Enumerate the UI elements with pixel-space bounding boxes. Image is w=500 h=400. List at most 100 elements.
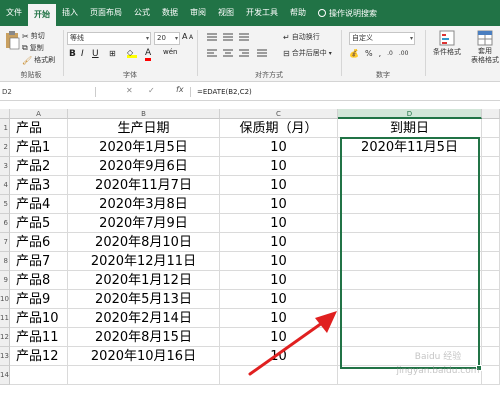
cancel-icon[interactable]: ✕: [126, 86, 133, 95]
cell-date[interactable]: 2020年7月9日: [68, 214, 220, 233]
cell-date[interactable]: 2020年5月13日: [68, 290, 220, 309]
cut-button[interactable]: ✂ 剪切: [22, 31, 45, 41]
cell-expiry[interactable]: [338, 252, 482, 271]
row-header[interactable]: 12: [0, 328, 10, 347]
italic-button[interactable]: I: [81, 49, 84, 59]
tab-5[interactable]: 数据: [156, 0, 184, 26]
row-header[interactable]: 8: [0, 252, 10, 271]
cell-date[interactable]: 2020年2月14日: [68, 309, 220, 328]
row-header[interactable]: 13: [0, 347, 10, 366]
cell-period[interactable]: 10: [220, 328, 338, 347]
empty-cell[interactable]: [482, 233, 500, 252]
cell-product[interactable]: 产品2: [10, 157, 68, 176]
cell-product[interactable]: 产品4: [10, 195, 68, 214]
cell-expiry[interactable]: [338, 214, 482, 233]
cell-period[interactable]: 10: [220, 347, 338, 366]
cell-product[interactable]: 产品11: [10, 328, 68, 347]
empty-cell[interactable]: [482, 138, 500, 157]
bold-button[interactable]: B: [69, 49, 76, 59]
shrink-font-button[interactable]: A: [189, 34, 193, 41]
empty-cell[interactable]: [220, 366, 338, 385]
empty-cell[interactable]: [482, 157, 500, 176]
row-header[interactable]: 2: [0, 138, 10, 157]
cell-date[interactable]: 2020年12月11日: [68, 252, 220, 271]
cell-date[interactable]: 2020年10月16日: [68, 347, 220, 366]
row-header[interactable]: 7: [0, 233, 10, 252]
empty-cell[interactable]: [68, 366, 220, 385]
cell-date[interactable]: 2020年3月8日: [68, 195, 220, 214]
cell-product[interactable]: 产品12: [10, 347, 68, 366]
empty-cell[interactable]: [482, 176, 500, 195]
phonetic-button[interactable]: wén: [163, 48, 177, 56]
tab-8[interactable]: 开发工具: [240, 0, 284, 26]
cell-date[interactable]: 2020年11月7日: [68, 176, 220, 195]
copy-button[interactable]: ⧉ 复制: [22, 43, 44, 53]
header-cell-date[interactable]: 生产日期: [68, 119, 220, 138]
underline-button[interactable]: U: [92, 49, 99, 59]
empty-cell[interactable]: [482, 309, 500, 328]
font-size-combo[interactable]: 20 ▾: [154, 32, 180, 45]
grow-font-button[interactable]: A: [182, 32, 187, 41]
merge-center-button[interactable]: ⊟ 合并后居中 ▾: [283, 48, 332, 58]
row-header[interactable]: 10: [0, 290, 10, 309]
cell-expiry[interactable]: [338, 176, 482, 195]
format-painter-button[interactable]: 🖌 格式刷: [22, 55, 55, 65]
row-header[interactable]: 14: [0, 366, 10, 385]
cell-date[interactable]: 2020年8月15日: [68, 328, 220, 347]
cell-period[interactable]: 10: [220, 176, 338, 195]
header-cell-product[interactable]: 产品: [10, 119, 68, 138]
wrap-text-button[interactable]: ↵ 自动换行: [283, 32, 320, 42]
cell-product[interactable]: 产品10: [10, 309, 68, 328]
cell-date[interactable]: 2020年1月12日: [68, 271, 220, 290]
row-header[interactable]: 5: [0, 195, 10, 214]
check-icon[interactable]: ✓: [148, 86, 155, 95]
cell-period[interactable]: 10: [220, 271, 338, 290]
cell-period[interactable]: 10: [220, 138, 338, 157]
empty-cell[interactable]: [10, 366, 68, 385]
cell-expiry[interactable]: [338, 290, 482, 309]
tab-2[interactable]: 插入: [56, 0, 84, 26]
format-as-table-button[interactable]: 套用 表格格式: [471, 30, 499, 65]
cell-product[interactable]: 产品3: [10, 176, 68, 195]
cell-expiry[interactable]: [338, 271, 482, 290]
formula-input[interactable]: =EDATE(B2,C2): [197, 85, 252, 99]
cell-expiry[interactable]: [338, 233, 482, 252]
cell-date[interactable]: 2020年1月5日: [68, 138, 220, 157]
row-header[interactable]: 9: [0, 271, 10, 290]
cell-period[interactable]: 10: [220, 290, 338, 309]
column-header-e[interactable]: [482, 109, 500, 119]
row-header[interactable]: 4: [0, 176, 10, 195]
cell-period[interactable]: 10: [220, 157, 338, 176]
row-header[interactable]: 1: [0, 119, 10, 138]
column-header-a[interactable]: A: [10, 109, 68, 119]
row-header[interactable]: 3: [0, 157, 10, 176]
tab-3[interactable]: 页面布局: [84, 0, 128, 26]
cell-expiry[interactable]: [338, 309, 482, 328]
empty-cell[interactable]: [482, 214, 500, 233]
cell-date[interactable]: 2020年8月10日: [68, 233, 220, 252]
fill-color-button[interactable]: ◇: [127, 48, 137, 58]
paste-button[interactable]: [4, 30, 20, 50]
cell-period[interactable]: 10: [220, 309, 338, 328]
number-format-combo[interactable]: 自定义 ▾: [349, 32, 415, 45]
column-header-b[interactable]: B: [68, 109, 220, 119]
tab-0[interactable]: 文件: [0, 0, 28, 26]
cell-product[interactable]: 产品5: [10, 214, 68, 233]
empty-cell[interactable]: [482, 271, 500, 290]
empty-cell[interactable]: [482, 290, 500, 309]
cell-period[interactable]: 10: [220, 252, 338, 271]
column-header-d[interactable]: D: [338, 109, 482, 119]
tab-7[interactable]: 视图: [212, 0, 240, 26]
tab-1[interactable]: 开始: [28, 4, 56, 26]
insert-function-icon[interactable]: fx: [176, 85, 184, 94]
cell-period[interactable]: 10: [220, 195, 338, 214]
cell-expiry[interactable]: 2020年11月5日: [338, 138, 482, 157]
empty-cell[interactable]: [482, 252, 500, 271]
empty-cell[interactable]: [482, 195, 500, 214]
cell-expiry[interactable]: [338, 157, 482, 176]
cell-period[interactable]: 10: [220, 214, 338, 233]
column-header-c[interactable]: C: [220, 109, 338, 119]
cell-product[interactable]: 产品1: [10, 138, 68, 157]
number-format-buttons[interactable]: 💰%, .0 .00: [349, 49, 408, 58]
empty-cell[interactable]: [482, 328, 500, 347]
